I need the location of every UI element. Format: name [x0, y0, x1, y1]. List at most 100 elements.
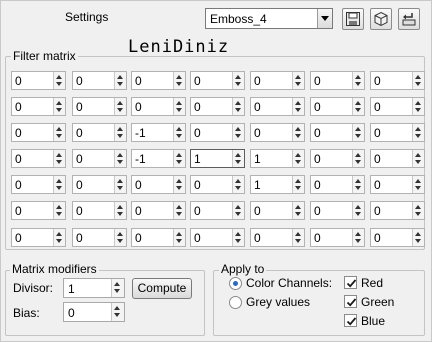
matrix-cell-spinner[interactable]	[173, 150, 185, 167]
matrix-cell-spinner[interactable]	[232, 229, 244, 246]
matrix-cell-spinner[interactable]	[352, 72, 364, 89]
matrix-cell-spinner[interactable]	[53, 229, 65, 246]
matrix-cell[interactable]: 0	[131, 97, 186, 116]
matrix-cell[interactable]: 0	[370, 123, 425, 142]
color-channels-radio[interactable]	[229, 277, 242, 290]
matrix-cell-spinner[interactable]	[292, 72, 304, 89]
matrix-cell-spinner[interactable]	[232, 124, 244, 141]
matrix-cell-spinner[interactable]	[292, 150, 304, 167]
matrix-cell-spinner[interactable]	[292, 202, 304, 219]
matrix-cell[interactable]: 0	[131, 201, 186, 220]
matrix-cell-spinner[interactable]	[173, 72, 185, 89]
matrix-cell-spinner[interactable]	[352, 229, 364, 246]
matrix-cell[interactable]: 0	[11, 149, 66, 168]
matrix-cell-spinner[interactable]	[232, 150, 244, 167]
matrix-cell[interactable]: 0	[72, 71, 127, 90]
reset-button[interactable]	[398, 8, 420, 30]
matrix-cell[interactable]: 0	[72, 149, 127, 168]
matrix-cell[interactable]: 1	[190, 149, 245, 168]
matrix-cell[interactable]: 0	[370, 71, 425, 90]
matrix-cell[interactable]: 0	[370, 201, 425, 220]
matrix-cell-spinner[interactable]	[412, 150, 424, 167]
matrix-cell-spinner[interactable]	[173, 229, 185, 246]
matrix-cell[interactable]: 0	[370, 149, 425, 168]
matrix-cell[interactable]: -1	[131, 123, 186, 142]
matrix-cell-spinner[interactable]	[412, 72, 424, 89]
matrix-cell-spinner[interactable]	[53, 72, 65, 89]
matrix-cell-spinner[interactable]	[114, 176, 126, 193]
matrix-cell-spinner[interactable]	[173, 202, 185, 219]
red-checkbox[interactable]	[344, 276, 357, 289]
matrix-cell-spinner[interactable]	[53, 202, 65, 219]
matrix-cell[interactable]: 0	[310, 228, 365, 247]
matrix-cell[interactable]: 0	[190, 228, 245, 247]
matrix-cell[interactable]: 0	[310, 71, 365, 90]
matrix-cell[interactable]: 0	[11, 97, 66, 116]
matrix-cell[interactable]: 0	[250, 123, 305, 142]
matrix-cell[interactable]: 0	[11, 123, 66, 142]
matrix-cell[interactable]: 0	[370, 175, 425, 194]
matrix-cell[interactable]: 1	[250, 175, 305, 194]
matrix-cell-spinner[interactable]	[232, 98, 244, 115]
bias-field[interactable]: 0	[63, 302, 125, 322]
chevron-down-icon[interactable]	[317, 9, 332, 28]
matrix-cell-spinner[interactable]	[114, 202, 126, 219]
matrix-cell-spinner[interactable]	[114, 124, 126, 141]
matrix-cell-spinner[interactable]	[53, 98, 65, 115]
matrix-cell[interactable]: 0	[72, 228, 127, 247]
matrix-cell[interactable]: 0	[310, 149, 365, 168]
matrix-cell-spinner[interactable]	[114, 150, 126, 167]
matrix-cell-spinner[interactable]	[173, 124, 185, 141]
matrix-cell[interactable]: 1	[250, 149, 305, 168]
matrix-cell[interactable]: 0	[131, 175, 186, 194]
matrix-cell[interactable]: 0	[72, 123, 127, 142]
matrix-cell[interactable]: -1	[131, 149, 186, 168]
matrix-cell[interactable]: 0	[250, 71, 305, 90]
matrix-cell-spinner[interactable]	[232, 72, 244, 89]
matrix-cell[interactable]: 0	[11, 201, 66, 220]
matrix-cell[interactable]: 0	[370, 97, 425, 116]
matrix-cell[interactable]: 0	[190, 71, 245, 90]
matrix-cell-spinner[interactable]	[232, 176, 244, 193]
green-checkbox[interactable]	[344, 295, 357, 308]
matrix-cell[interactable]: 0	[190, 201, 245, 220]
matrix-cell[interactable]: 0	[310, 97, 365, 116]
matrix-cell-spinner[interactable]	[53, 124, 65, 141]
matrix-cell-spinner[interactable]	[114, 229, 126, 246]
divisor-spinner[interactable]	[111, 279, 124, 297]
matrix-cell[interactable]: 0	[72, 97, 127, 116]
matrix-cell-spinner[interactable]	[173, 176, 185, 193]
matrix-cell[interactable]: 0	[11, 175, 66, 194]
preset-button[interactable]	[370, 8, 392, 30]
matrix-cell[interactable]: 0	[11, 228, 66, 247]
matrix-cell-spinner[interactable]	[292, 124, 304, 141]
grey-values-radio[interactable]	[229, 296, 242, 309]
matrix-cell-spinner[interactable]	[412, 98, 424, 115]
matrix-cell[interactable]: 0	[250, 97, 305, 116]
blue-checkbox[interactable]	[344, 314, 357, 327]
matrix-cell-spinner[interactable]	[232, 202, 244, 219]
matrix-cell[interactable]: 0	[131, 228, 186, 247]
matrix-cell-spinner[interactable]	[352, 176, 364, 193]
matrix-cell-spinner[interactable]	[352, 124, 364, 141]
matrix-cell-spinner[interactable]	[412, 124, 424, 141]
divisor-field[interactable]: 1	[63, 278, 125, 298]
matrix-cell[interactable]: 0	[370, 228, 425, 247]
matrix-cell[interactable]: 0	[11, 71, 66, 90]
matrix-cell-spinner[interactable]	[292, 98, 304, 115]
matrix-cell[interactable]: 0	[131, 71, 186, 90]
matrix-cell-spinner[interactable]	[352, 150, 364, 167]
matrix-cell-spinner[interactable]	[114, 72, 126, 89]
matrix-cell[interactable]: 0	[190, 123, 245, 142]
compute-button[interactable]: Compute	[132, 278, 192, 299]
matrix-cell-spinner[interactable]	[412, 229, 424, 246]
matrix-cell[interactable]: 0	[190, 97, 245, 116]
matrix-cell-spinner[interactable]	[114, 98, 126, 115]
matrix-cell-spinner[interactable]	[292, 229, 304, 246]
matrix-cell[interactable]: 0	[72, 201, 127, 220]
save-button[interactable]	[342, 8, 364, 30]
matrix-cell-spinner[interactable]	[53, 176, 65, 193]
matrix-cell[interactable]: 0	[310, 175, 365, 194]
matrix-cell-spinner[interactable]	[412, 202, 424, 219]
matrix-cell-spinner[interactable]	[173, 98, 185, 115]
